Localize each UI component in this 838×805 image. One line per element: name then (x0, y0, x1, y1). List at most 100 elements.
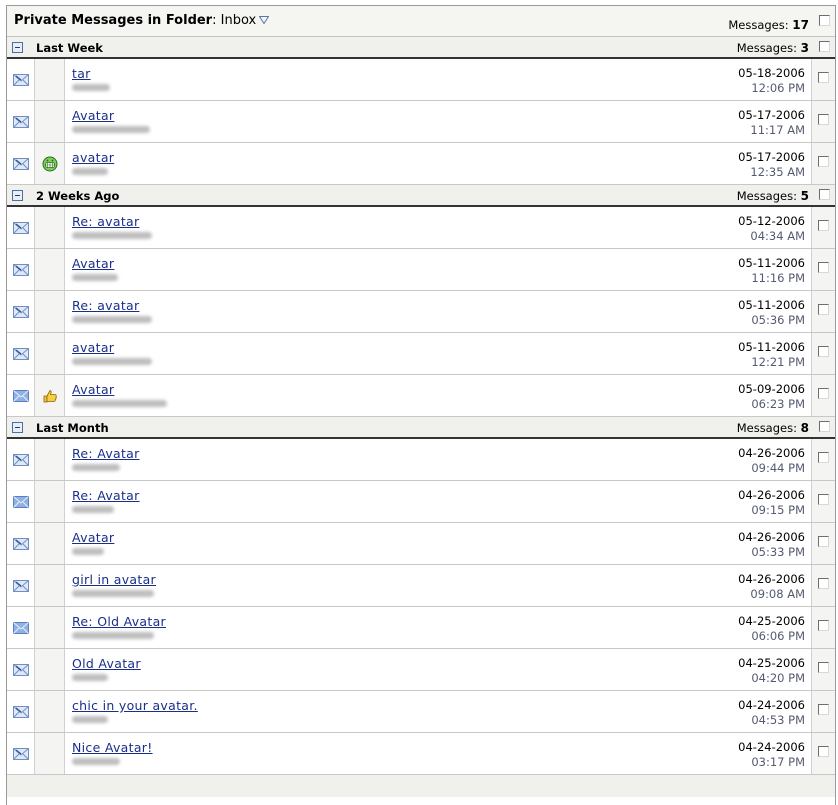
status-cell (7, 439, 35, 480)
message-subject-link[interactable]: Re: avatar (72, 214, 139, 229)
message-row: chic in your avatar. 04-24-2006 04:53 PM (7, 691, 835, 733)
message-select-checkbox[interactable] (818, 662, 829, 673)
message-date: 04-25-2006 (738, 614, 805, 628)
message-select-checkbox[interactable] (818, 346, 829, 357)
message-cell: Old Avatar 04-25-2006 04:20 PM (65, 649, 811, 690)
message-select-checkbox[interactable] (818, 494, 829, 505)
checkbox-cell (811, 207, 835, 248)
checkbox-cell (811, 691, 835, 732)
message-time: 09:08 AM (750, 587, 805, 601)
folder-selector[interactable]: Inbox (221, 13, 270, 28)
message-select-checkbox[interactable] (818, 262, 829, 273)
message-select-checkbox[interactable] (818, 114, 829, 125)
message-time: 09:44 PM (751, 461, 805, 475)
message-time: 03:17 PM (751, 755, 805, 769)
message-subject-link[interactable]: tar (72, 66, 91, 81)
message-subject-link[interactable]: Avatar (72, 108, 114, 123)
post-icon-cell (35, 733, 65, 774)
collapse-icon[interactable] (12, 42, 23, 53)
message-time: 12:35 AM (750, 165, 805, 179)
status-cell (7, 207, 35, 248)
message-select-checkbox[interactable] (818, 620, 829, 631)
message-cell: Nice Avatar! 04-24-2006 03:17 PM (65, 733, 811, 774)
post-icon-cell (35, 249, 65, 290)
sender-name-redacted (72, 716, 108, 723)
sender-name-redacted (72, 84, 110, 91)
group-message-count: Messages: 3 (736, 41, 809, 55)
message-date: 04-24-2006 (738, 698, 805, 712)
message-date: 05-09-2006 (738, 382, 805, 396)
message-cell: avatar 05-17-2006 12:35 AM (65, 143, 811, 184)
post-icon-cell (35, 439, 65, 480)
message-select-checkbox[interactable] (818, 704, 829, 715)
post-icon-cell (35, 143, 65, 184)
message-cell: Re: avatar 05-12-2006 04:34 AM (65, 207, 811, 248)
message-date: 05-18-2006 (738, 66, 805, 80)
message-select-checkbox[interactable] (818, 156, 829, 167)
message-date: 05-11-2006 (738, 256, 805, 270)
sender-name-redacted (72, 590, 154, 597)
message-subject-link[interactable]: chic in your avatar. (72, 698, 198, 713)
post-icon-cell (35, 691, 65, 732)
message-select-checkbox[interactable] (818, 72, 829, 83)
message-time: 11:16 PM (751, 271, 805, 285)
message-cell: Re: avatar 05-11-2006 05:36 PM (65, 291, 811, 332)
status-cell (7, 691, 35, 732)
group-select-checkbox[interactable] (819, 189, 830, 200)
message-row: Avatar 05-09-2006 06:23 PM (7, 375, 835, 417)
message-select-checkbox[interactable] (818, 578, 829, 589)
message-subject-link[interactable]: Avatar (72, 256, 114, 271)
message-subject-link[interactable]: girl in avatar (72, 572, 156, 587)
message-row: Re: Avatar 04-26-2006 09:15 PM (7, 481, 835, 523)
message-subject-link[interactable]: Re: avatar (72, 298, 139, 313)
message-subject-link[interactable]: Old Avatar (72, 656, 141, 671)
message-subject-link[interactable]: Avatar (72, 530, 114, 545)
status-cell (7, 607, 35, 648)
private-messages-panel: Private Messages in Folder: Inbox Messag… (6, 5, 836, 805)
message-date: 04-26-2006 (738, 572, 805, 586)
collapse-icon[interactable] (12, 190, 23, 201)
message-row: Avatar 05-11-2006 11:16 PM (7, 249, 835, 291)
checkbox-cell (811, 607, 835, 648)
message-subject-link[interactable]: Re: Old Avatar (72, 614, 166, 629)
message-subject-link[interactable]: avatar (72, 340, 114, 355)
message-subject-link[interactable]: Re: Avatar (72, 446, 140, 461)
dropdown-arrow-icon[interactable] (259, 16, 270, 24)
message-select-checkbox[interactable] (818, 536, 829, 547)
status-cell (7, 733, 35, 774)
group-message-count: Messages: 8 (736, 421, 809, 435)
message-subject-link[interactable]: Nice Avatar! (72, 740, 153, 755)
post-icon-cell (35, 59, 65, 100)
message-cell: Avatar 05-11-2006 11:16 PM (65, 249, 811, 290)
message-subject-link[interactable]: avatar (72, 150, 114, 165)
message-cell: tar 05-18-2006 12:06 PM (65, 59, 811, 100)
message-subject-link[interactable]: Avatar (72, 382, 114, 397)
message-select-checkbox[interactable] (818, 388, 829, 399)
message-select-checkbox[interactable] (818, 746, 829, 757)
message-cell: chic in your avatar. 04-24-2006 04:53 PM (65, 691, 811, 732)
status-cell (7, 649, 35, 690)
select-all-checkbox[interactable] (819, 15, 830, 26)
collapse-icon[interactable] (12, 422, 23, 433)
checkbox-cell (811, 143, 835, 184)
message-row: Avatar 04-26-2006 05:33 PM (7, 523, 835, 565)
status-cell (7, 291, 35, 332)
status-cell (7, 481, 35, 522)
group-header: 2 Weeks Ago Messages: 5 (7, 185, 835, 207)
message-row: Re: Avatar 04-26-2006 09:44 PM (7, 439, 835, 481)
status-cell (7, 101, 35, 142)
post-icon-cell (35, 565, 65, 606)
checkbox-cell (811, 291, 835, 332)
page-title: Private Messages in Folder: Inbox (14, 13, 270, 28)
sender-name-redacted (72, 232, 152, 239)
message-date: 04-26-2006 (738, 488, 805, 502)
group-select-checkbox[interactable] (819, 421, 830, 432)
message-select-checkbox[interactable] (818, 220, 829, 231)
message-select-checkbox[interactable] (818, 304, 829, 315)
sender-name-redacted (72, 316, 152, 323)
message-time: 11:17 AM (750, 123, 805, 137)
message-select-checkbox[interactable] (818, 452, 829, 463)
message-subject-link[interactable]: Re: Avatar (72, 488, 140, 503)
group-select-checkbox[interactable] (819, 41, 830, 52)
checkbox-cell (811, 249, 835, 290)
